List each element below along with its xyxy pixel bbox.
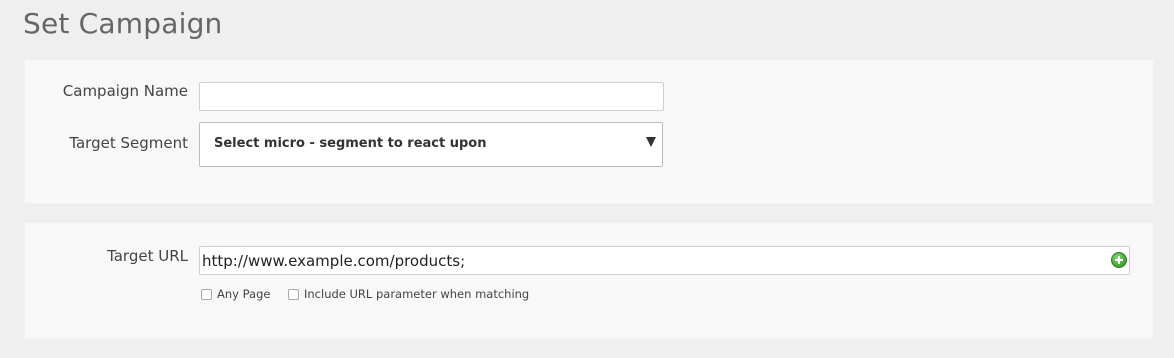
target-url-input[interactable] xyxy=(199,246,1130,275)
include-url-parameter-checkbox[interactable] xyxy=(288,288,299,300)
any-page-label: Any Page xyxy=(217,287,271,301)
add-circle-icon[interactable] xyxy=(1111,252,1127,268)
page-title: Set Campaign xyxy=(23,7,223,40)
target-segment-select[interactable]: Select micro - segment to react upon xyxy=(199,122,663,167)
target-segment-label: Target Segment xyxy=(69,134,188,152)
target-url-panel: Target URL Any Page Include URL paramete… xyxy=(24,222,1154,339)
include-url-parameter-label: Include URL parameter when matching xyxy=(304,287,530,301)
campaign-panel: Campaign Name Target Segment Select micr… xyxy=(24,59,1154,204)
any-page-checkbox[interactable] xyxy=(201,288,212,300)
dropdown-arrow-icon xyxy=(646,137,656,147)
target-url-label: Target URL xyxy=(107,247,188,265)
campaign-name-input[interactable] xyxy=(199,82,664,111)
include-url-parameter-option[interactable]: Include URL parameter when matching xyxy=(288,287,529,301)
target-segment-selected-value: Select micro - segment to react upon xyxy=(214,136,487,151)
any-page-option[interactable]: Any Page xyxy=(201,287,270,301)
campaign-name-label: Campaign Name xyxy=(62,82,188,100)
